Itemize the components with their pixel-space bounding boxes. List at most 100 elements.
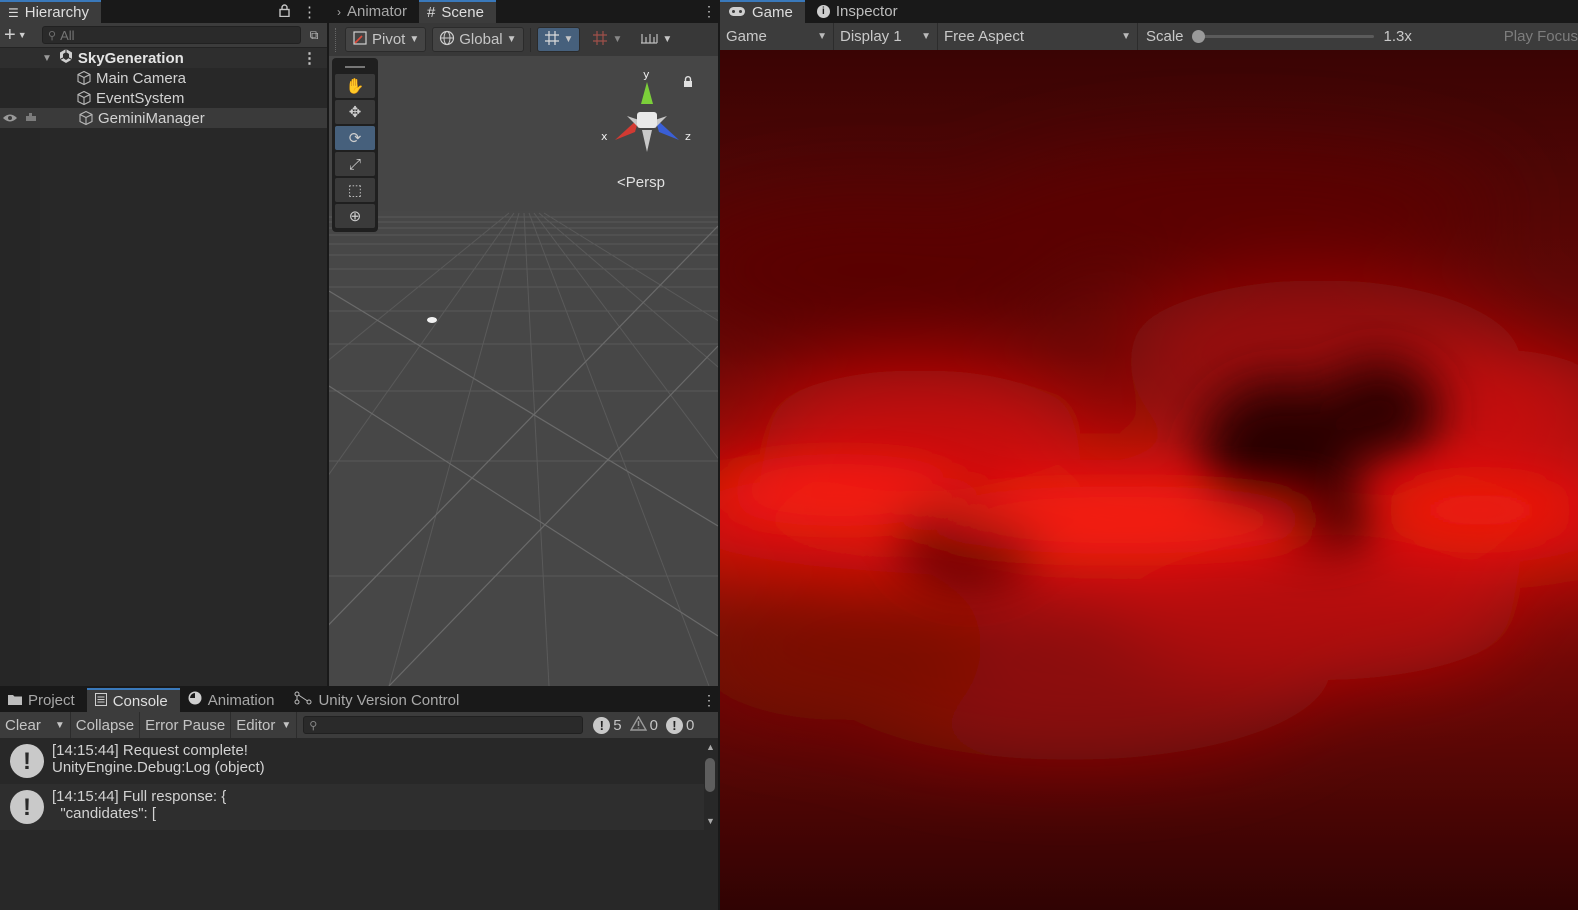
foldout-arrow-icon[interactable]: ▼ [42,53,52,64]
log-entry[interactable]: ! [14:15:44] Request complete! UnityEngi… [0,738,704,784]
grid-icon [544,30,560,50]
divider [335,27,339,52]
transform-tool-icon[interactable]: ⊕ [335,204,375,228]
move-tool-icon[interactable]: ✥ [335,100,375,124]
orientation-gizmo[interactable]: y x z [597,68,697,168]
console-search-input[interactable]: ⚲ [303,716,584,734]
editor-dropdown[interactable]: Editor ▼ [231,712,298,738]
error-pause-button[interactable]: Error Pause [140,712,232,738]
hierarchy-item-geminimanager[interactable]: GeminiManager [0,108,327,128]
global-dropdown[interactable]: Global ▼ [432,27,524,52]
scene-viewport[interactable]: ✋ ✥ ⟳ ⤢ ⬚ ⊕ y x z <Persp [329,56,718,686]
scene-kebab-icon[interactable]: ⋮ [302,49,317,67]
scene-visibility-icon[interactable]: ⧉ [305,28,323,43]
grid-hash-icon: # [427,4,436,21]
rotate-tool-icon[interactable]: ⟳ [335,126,375,150]
scene-panel: › Animator # Scene ⋮ Pivot ▼ Global ▼ ▼ … [329,0,718,686]
increment-snap-button[interactable]: ▼ [634,27,678,52]
unity-scene-icon [58,48,74,68]
gizmo-lock-icon[interactable] [683,76,693,91]
log-entry[interactable]: ! [14:15:44] Full response: { "candidate… [0,784,704,830]
aspect-select[interactable]: Free Aspect ▼ [938,23,1138,50]
info-icon: i [816,5,830,18]
collapse-button[interactable]: Collapse [71,712,141,738]
pivot-dropdown[interactable]: Pivot ▼ [345,27,427,52]
kebab-menu-icon[interactable]: ⋮ [700,0,718,23]
divider [529,27,531,52]
tab-version-control[interactable]: Unity Version Control [286,688,471,712]
scene-name: SkyGeneration [77,49,184,67]
hierarchy-tabbar: ☰ Hierarchy ⋮ [0,0,327,23]
scene-root-row[interactable]: ▼ SkyGeneration ⋮ [0,48,327,68]
kebab-menu-icon[interactable]: ⋮ [700,688,718,712]
hierarchy-panel: ☰ Hierarchy ⋮ +▼ ⚲ ⧉ ▼ SkyGeneration ⋮ [0,0,327,686]
scale-value: 1.3x [1383,28,1412,45]
scale-slider-track[interactable] [1191,30,1374,43]
display-select[interactable]: Display 1 ▼ [834,23,938,50]
chevron-down-icon: ▼ [281,719,292,731]
drag-handle[interactable] [335,62,375,72]
log-text: [14:15:44] Request complete! UnityEngine… [52,742,265,776]
hierarchy-item-label: Main Camera [96,69,187,87]
kebab-menu-icon[interactable]: ⋮ [302,3,317,21]
hierarchy-list-icon: ☰ [8,5,19,20]
scene-tool-palette: ✋ ✥ ⟳ ⤢ ⬚ ⊕ [332,58,378,232]
gameobject-cube-icon [76,70,92,86]
scroll-up-icon[interactable]: ▲ [706,742,715,752]
hierarchy-item-main-camera[interactable]: Main Camera [0,68,327,88]
chevron-down-icon: ▼ [563,34,574,45]
hierarchy-search-input[interactable] [60,27,295,43]
gizmo-z-label: z [685,130,691,143]
search-icon: ⚲ [309,719,318,732]
console-scrollbar[interactable]: ▲ ▼ [704,742,716,826]
scale-slider[interactable]: Scale 1.3x [1138,28,1420,45]
hand-tool-icon[interactable]: ✋ [335,74,375,98]
tab-animator[interactable]: › Animator [329,0,419,23]
gizmo-y-label: y [643,68,650,81]
pivot-icon [352,30,368,50]
plus-icon: + [4,23,16,46]
red-sky-render [720,50,1578,910]
grid-visibility-button[interactable]: ▼ [536,27,581,52]
tab-scene[interactable]: # Scene [419,0,496,23]
eye-visibility-icon[interactable] [2,110,18,127]
chevron-down-icon: ▼ [817,31,827,42]
console-tabbar: Project Console Animation Unity Version … [0,688,718,712]
chevron-down-icon[interactable]: ▼ [55,720,65,731]
console-log-list: ! [14:15:44] Request complete! UnityEngi… [0,738,704,910]
hierarchy-item-eventsystem[interactable]: EventSystem [0,88,327,108]
tab-animation[interactable]: Animation [180,688,287,712]
gamepad-icon [728,4,746,21]
create-button[interactable]: + ▼ [4,24,38,47]
scale-slider-knob[interactable] [1191,30,1205,43]
scrollbar-thumb[interactable] [705,758,715,792]
game-panel: Game i Inspector Game ▼ Display 1 ▼ Free… [720,0,1578,910]
tab-console[interactable]: Console [86,688,180,712]
scale-tool-icon[interactable]: ⤢ [335,152,375,176]
scroll-down-icon[interactable]: ▼ [706,816,715,826]
tab-game[interactable]: Game [720,0,805,23]
clear-button[interactable]: Clear ▼ [0,712,71,738]
grid-snap-button[interactable]: ▼ [586,27,628,52]
game-view-select[interactable]: Game ▼ [720,23,834,50]
scene-tabbar: › Animator # Scene ⋮ [329,0,718,23]
console-panel: Project Console Animation Unity Version … [0,688,718,910]
tab-project[interactable]: Project [0,688,87,712]
tab-hierarchy[interactable]: ☰ Hierarchy [0,0,101,23]
game-render-view[interactable] [720,50,1578,910]
lock-icon[interactable] [279,3,290,20]
error-count-toggle[interactable]: ! 0 [662,716,698,734]
tab-inspector[interactable]: i Inspector [809,0,910,23]
persp-toggle[interactable]: <Persp [617,174,665,191]
game-toolbar: Game ▼ Display 1 ▼ Free Aspect ▼ Scale 1… [720,23,1578,50]
hierarchy-toolbar: +▼ ⚲ ⧉ [0,23,327,48]
warning-count-toggle[interactable]: 0 [626,715,662,735]
console-toolbar: Clear ▼ Collapse Error Pause Editor ▼ ⚲ … [0,712,718,738]
play-focus-select[interactable]: Play Focus [1496,28,1578,45]
pick-hand-icon[interactable] [24,110,38,127]
hierarchy-search[interactable]: ⚲ [42,26,301,44]
log-count-toggle[interactable]: ! 5 [589,716,625,734]
rect-tool-icon[interactable]: ⬚ [335,178,375,202]
chevron-down-icon: ▼ [662,34,673,45]
folder-icon [8,692,22,709]
